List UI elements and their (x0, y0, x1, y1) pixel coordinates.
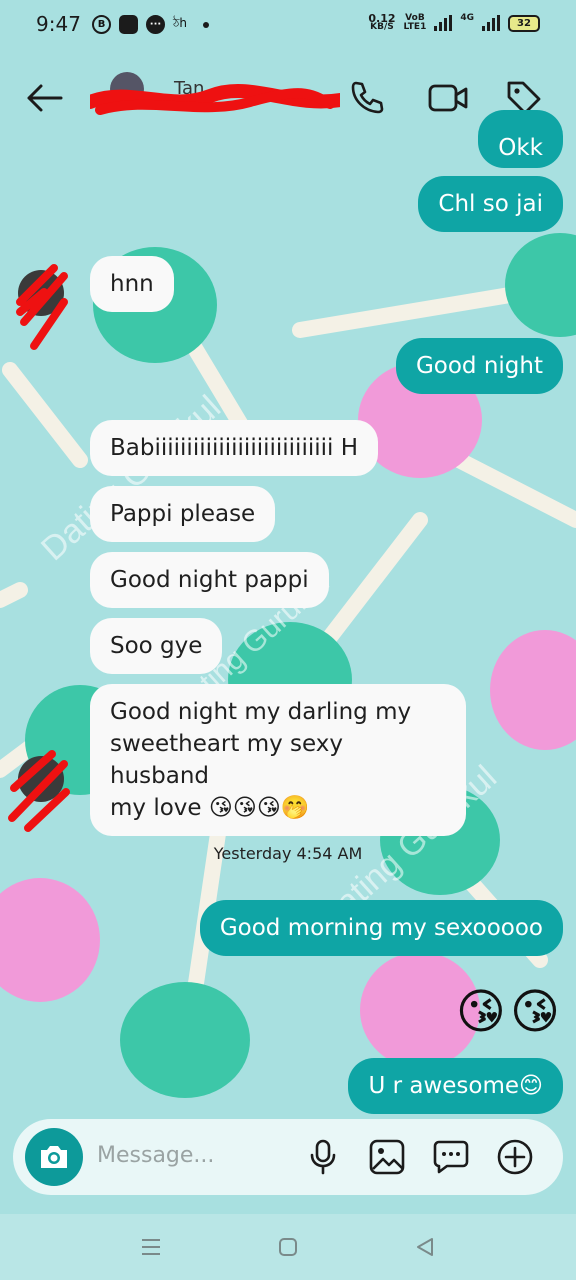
status-notification-icons: B ··· ঠh (92, 15, 210, 34)
language-icon: ঠh (173, 15, 188, 30)
phone-icon (351, 81, 384, 114)
emoji-message[interactable]: 😘😘 (456, 984, 564, 1040)
messenger-icon: ··· (146, 15, 165, 34)
sticker-button[interactable] (431, 1137, 471, 1177)
redaction-scribble (90, 84, 340, 115)
camera-icon (41, 1146, 67, 1168)
home-square-icon (279, 1238, 297, 1256)
back-arrow-icon (27, 84, 63, 112)
back-button[interactable] (24, 78, 64, 118)
incoming-message[interactable]: Pappi please (90, 486, 276, 542)
incoming-message[interactable]: Babiiiiiiiiiiiiiiiiiiiiiiiiiiii H (90, 420, 379, 476)
plus-circle-icon (497, 1139, 533, 1175)
video-call-button[interactable] (428, 78, 468, 118)
incoming-message[interactable]: hnn (90, 256, 174, 312)
back-triangle-icon (417, 1238, 433, 1256)
home-button[interactable] (273, 1232, 303, 1262)
system-navigation-bar (0, 1214, 576, 1280)
net-speed: 0.12 KB/S (368, 12, 396, 32)
message-timestamp: Yesterday 4:54 AM (213, 844, 363, 863)
outgoing-message[interactable]: Okk (478, 110, 563, 168)
signal-icon (434, 15, 453, 31)
message-input[interactable]: Message... (97, 1143, 214, 1168)
incoming-message[interactable]: Good night my darling my sweetheart my s… (90, 684, 466, 836)
redaction-scribble (8, 750, 70, 832)
voice-message-button[interactable] (303, 1137, 343, 1177)
recent-apps-button[interactable] (136, 1232, 166, 1262)
status-bar: 9:47 B ··· ঠh 0.12 KB/S VoB LTE1 4G 32 (0, 0, 576, 50)
volte-indicator: VoB LTE1 (403, 13, 427, 32)
outgoing-message[interactable]: Good morning my sexooooo (199, 900, 563, 956)
network-type: 4G (460, 13, 474, 23)
more-options-button[interactable] (495, 1137, 535, 1177)
menu-lines-icon (142, 1239, 160, 1255)
status-right: 0.12 KB/S VoB LTE1 4G 32 (368, 12, 540, 32)
voice-call-button[interactable] (346, 78, 386, 118)
more-notifications-dot (203, 21, 210, 28)
signal-icon-2 (482, 15, 500, 31)
chat-bubble-icon (433, 1140, 469, 1174)
incoming-message[interactable]: Soo gye (90, 618, 223, 674)
image-icon (369, 1139, 405, 1175)
outgoing-message[interactable]: Chl so jai (418, 176, 563, 232)
contact-info[interactable]: Tan (90, 72, 340, 124)
gallery-button[interactable] (367, 1137, 407, 1177)
outgoing-message[interactable]: U r awesome😊 (348, 1058, 563, 1114)
app-square-icon (119, 15, 138, 34)
microphone-icon (310, 1139, 336, 1175)
b-app-icon: B (92, 15, 111, 34)
message-composer: Message... (13, 1119, 563, 1195)
status-time: 9:47 (36, 12, 81, 36)
video-camera-icon (428, 84, 468, 112)
outgoing-message[interactable]: Good night (395, 338, 563, 394)
battery-icon: 32 (508, 14, 540, 32)
camera-button[interactable] (25, 1128, 83, 1186)
incoming-message[interactable]: Good night pappi (90, 552, 329, 608)
back-nav-button[interactable] (410, 1232, 440, 1262)
redaction-scribble (16, 264, 68, 350)
